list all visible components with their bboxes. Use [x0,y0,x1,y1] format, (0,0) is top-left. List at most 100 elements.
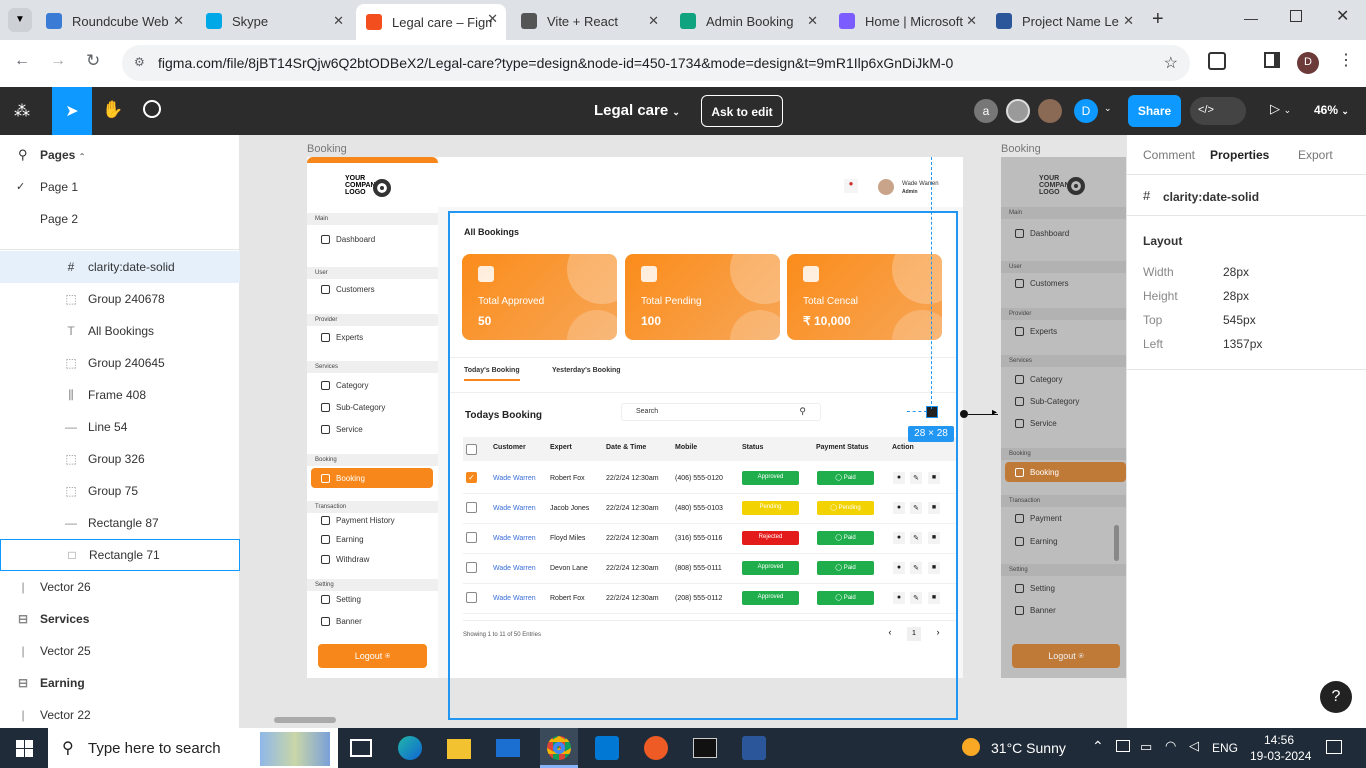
tray-network-icon[interactable]: ▭ [1140,739,1152,755]
clock-time[interactable]: 14:56 [1264,733,1294,747]
booking-frame-right[interactable]: YOUR COMPANY LOGO Main Dashboard User Custo… [1001,157,1126,678]
logout-button[interactable]: Logout ⍟ [318,644,427,668]
file-explorer-icon[interactable] [447,739,471,759]
pages-title[interactable]: Pages ⌃ [40,148,85,162]
browser-menu-icon[interactable]: ⋮ [1338,50,1354,70]
tab-close-icon[interactable]: ✕ [966,13,977,29]
help-button[interactable]: ? [1320,681,1352,713]
logout-button-right[interactable]: Logout ⍟ [1012,644,1120,668]
vscode-icon[interactable] [595,736,619,760]
reload-icon[interactable]: ↻ [86,51,100,71]
sidebar-item[interactable]: Earning [1015,537,1058,546]
mail-icon[interactable] [496,739,520,757]
layer-item[interactable]: ⬚ Group 240678 [0,283,240,315]
sidebar-item[interactable]: Experts [1015,327,1057,336]
sidebar-item[interactable]: Earning [321,535,364,544]
layer-item[interactable]: ⊟ Earning [0,667,240,699]
layer-item[interactable]: □ Rectangle 71 [0,539,240,571]
user-avatar[interactable] [878,179,894,195]
figma-menu-icon[interactable]: ⁂ [14,101,30,121]
browser-tab[interactable]: Roundcube Web ✕ [36,6,192,36]
tray-display-icon[interactable] [1116,740,1130,752]
sidebar-item[interactable]: Withdraw [321,555,369,564]
layer-item[interactable]: ⬚ Group 326 [0,443,240,475]
layer-item[interactable]: ⬚ Group 240645 [0,347,240,379]
browser-tab[interactable]: Home | Microsoft ✕ [829,6,985,36]
tray-volume-icon[interactable]: ◁ [1189,738,1199,754]
tray-chevron-up-icon[interactable]: ⌃ [1092,738,1104,755]
frame-label[interactable]: Booking [307,143,347,155]
browser-tab[interactable]: Vite + React ✕ [511,6,667,36]
new-tab-button[interactable]: + [1152,8,1164,31]
collaborators-chevron-icon[interactable]: ⌄ [1104,103,1112,114]
bookmark-star-icon[interactable]: ☆ [1164,53,1178,73]
dev-mode-toggle[interactable]: </> [1190,97,1246,125]
sidebar-item[interactable]: Setting [1015,584,1055,593]
ask-to-edit-button[interactable]: Ask to edit [701,95,783,127]
layer-item[interactable]: — Rectangle 87 [0,507,240,539]
scrollbar-thumb[interactable] [1114,525,1119,561]
sidebar-item[interactable]: Customers [1015,279,1069,288]
browser-tab[interactable]: Legal care – Figma✕ [356,4,506,40]
tab-comment[interactable]: Comment [1143,148,1195,162]
url-field[interactable]: ⚙ figma.com/file/8jBT14SrQjw6Q2btODBeX2/… [122,45,1190,81]
prop-value[interactable]: 28px [1223,289,1249,303]
collaborator-avatar-d[interactable]: D [1074,99,1098,123]
design-canvas[interactable]: Booking YOUR COMPANY LOGO Main Dashboard U… [240,135,1126,728]
layer-item[interactable]: # clarity:date-solid [0,251,240,283]
close-window-button[interactable]: ✕ [1336,6,1349,26]
sidebar-item[interactable]: Banner [321,617,362,626]
site-info-icon[interactable]: ⚙ [134,55,145,69]
sidebar-item[interactable]: Dashboard [321,235,375,244]
layer-item[interactable]: | Vector 22 [0,699,240,731]
minimize-button[interactable]: — [1244,10,1258,26]
forward-icon[interactable]: → [50,52,66,70]
browser-tab[interactable]: Skype ✕ [196,6,352,36]
prop-value[interactable]: 1357px [1223,337,1262,351]
layer-item[interactable]: T All Bookings [0,315,240,347]
taskbar-search-box[interactable]: ⚲ Type here to search [48,728,338,768]
sidebar-item[interactable]: Banner [1015,606,1056,615]
sidebar-item[interactable]: Setting [321,595,361,604]
collaborator-avatar-photo[interactable] [1006,99,1030,123]
sidebar-item[interactable]: Customers [321,285,375,294]
sidebar-item[interactable]: Dashboard [1015,229,1069,238]
tab-export[interactable]: Export [1298,148,1333,162]
move-tool-button[interactable]: ➤ [52,87,92,135]
layer-item[interactable]: | Vector 26 [0,571,240,603]
tab-close-icon[interactable]: ✕ [487,11,498,27]
hand-tool-icon[interactable]: ✋ [102,100,123,120]
tray-wifi-icon[interactable]: ◠ [1165,738,1176,754]
chrome-icon[interactable] [540,728,578,768]
comment-tool-icon[interactable] [143,100,161,118]
clock-date[interactable]: 19-03-2024 [1250,749,1311,763]
profile-avatar[interactable]: D [1297,52,1319,74]
sidebar-item[interactable]: Service [321,425,363,434]
tab-search-button[interactable]: ▼ [8,8,32,32]
restore-button[interactable] [1290,10,1302,22]
tab-close-icon[interactable]: ✕ [1123,13,1134,29]
page-item-2[interactable]: Page 2 [40,212,78,226]
layer-item[interactable]: | Vector 25 [0,635,240,667]
postman-icon[interactable] [644,736,668,760]
layer-item[interactable]: — Line 54 [0,411,240,443]
tab-properties[interactable]: Properties [1210,148,1269,162]
layer-item[interactable]: ⫼ Frame 408 [0,379,240,411]
sidebar-item[interactable]: Experts [321,333,363,342]
extensions-icon[interactable] [1208,52,1226,70]
file-name[interactable]: Legal care ⌄ [594,102,680,119]
tab-close-icon[interactable]: ✕ [173,13,184,29]
prototype-connector-dot[interactable] [960,410,968,418]
task-view-icon[interactable] [350,739,372,757]
edge-icon[interactable] [398,736,422,760]
tab-close-icon[interactable]: ✕ [648,13,659,29]
language-indicator[interactable]: ENG [1212,741,1238,755]
collaborator-avatar-a[interactable]: a [974,99,998,123]
collaborator-avatar-photo-2[interactable] [1038,99,1062,123]
tab-close-icon[interactable]: ✕ [333,13,344,29]
sidebar-item[interactable]: Sub-Category [1015,397,1079,406]
search-icon[interactable]: ⚲ [18,147,28,163]
terminal-icon[interactable] [693,738,717,758]
frame-label-right[interactable]: Booking [1001,143,1041,155]
prop-value[interactable]: 545px [1223,313,1256,327]
